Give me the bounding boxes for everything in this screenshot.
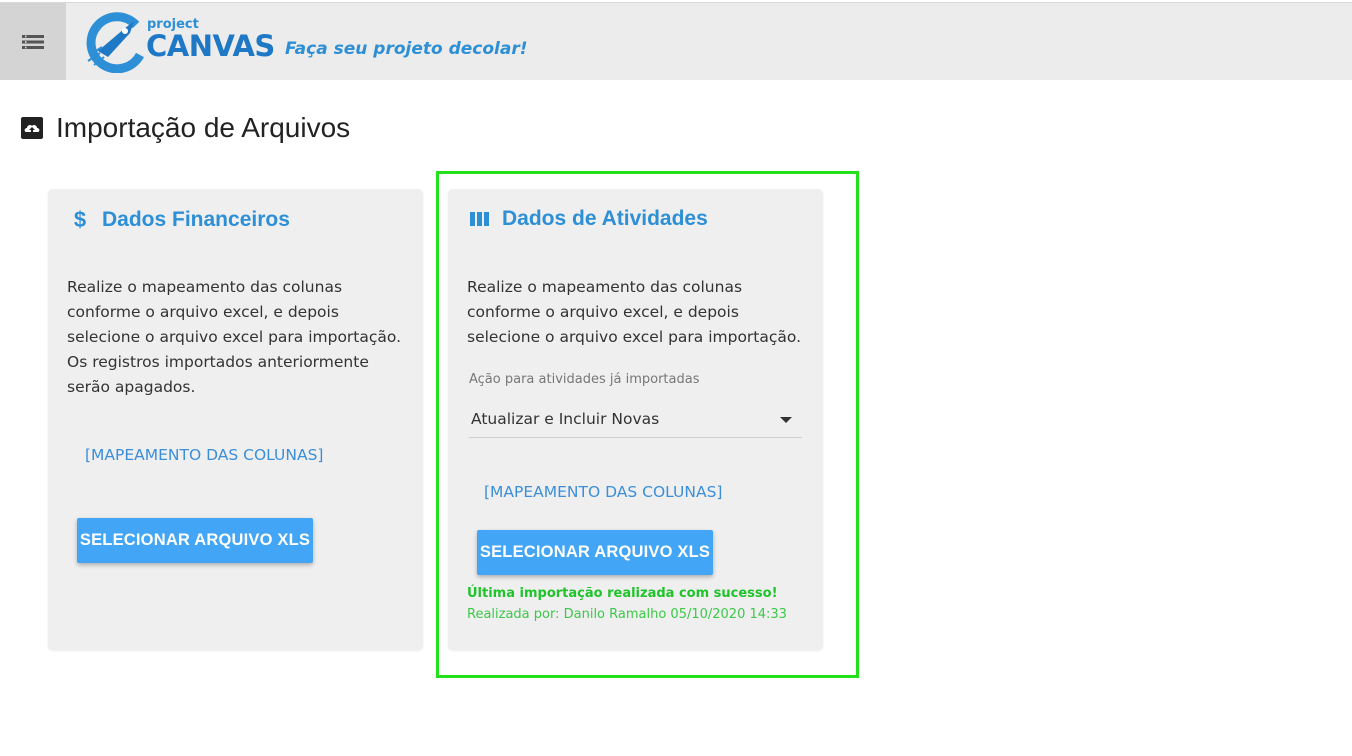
select-xls-button[interactable]: SELECIONAR ARQUIVO XLS [477, 530, 713, 575]
top-bar: project CANVAS Faça seu projeto decolar! [0, 2, 1352, 80]
card-title: Dados Financeiros [102, 208, 290, 231]
cloud-upload-icon [21, 117, 43, 139]
logo-canvas-text: CANVAS [146, 29, 275, 63]
column-mapping-link[interactable]: [MAPEAMENTO DAS COLUNAS] [85, 446, 323, 464]
tagline: Faça seu projeto decolar! [285, 39, 528, 59]
select-xls-button[interactable]: SELECIONAR ARQUIVO XLS [77, 518, 313, 563]
card-activity-data: Dados de Atividades Realize o mapeamento… [448, 189, 823, 650]
card-header: Dados de Atividades [468, 207, 708, 231]
import-action-select[interactable]: Atualizar e Incluir Novas [469, 405, 802, 438]
card-header: $ Dados Financeiros [68, 207, 290, 233]
menu-button[interactable] [0, 3, 66, 80]
card-title: Dados de Atividades [502, 207, 708, 230]
view-column-icon [468, 211, 492, 227]
import-success-message: Última importação realizada com sucesso! [467, 586, 778, 601]
card-description: Realize o mapeamento das colunas conform… [67, 278, 402, 396]
chevron-down-icon [780, 417, 792, 423]
page-title-text: Importação de Arquivos [56, 112, 351, 143]
select-label: Ação para atividades já importadas [469, 372, 700, 387]
column-mapping-link[interactable]: [MAPEAMENTO DAS COLUNAS] [484, 483, 722, 501]
select-value: Atualizar e Incluir Novas [471, 410, 660, 428]
page-title: Importação de Arquivos [20, 112, 350, 144]
import-author-info: Realizada por: Danilo Ramalho 05/10/2020… [467, 607, 787, 622]
card-description: Realize o mapeamento das colunas conform… [467, 278, 802, 346]
card-financial-data: $ Dados Financeiros Realize o mapeamento… [48, 189, 423, 650]
hamburger-icon [22, 34, 44, 49]
dollar-icon: $ [73, 207, 87, 232]
rocket-logo-icon [86, 12, 144, 73]
